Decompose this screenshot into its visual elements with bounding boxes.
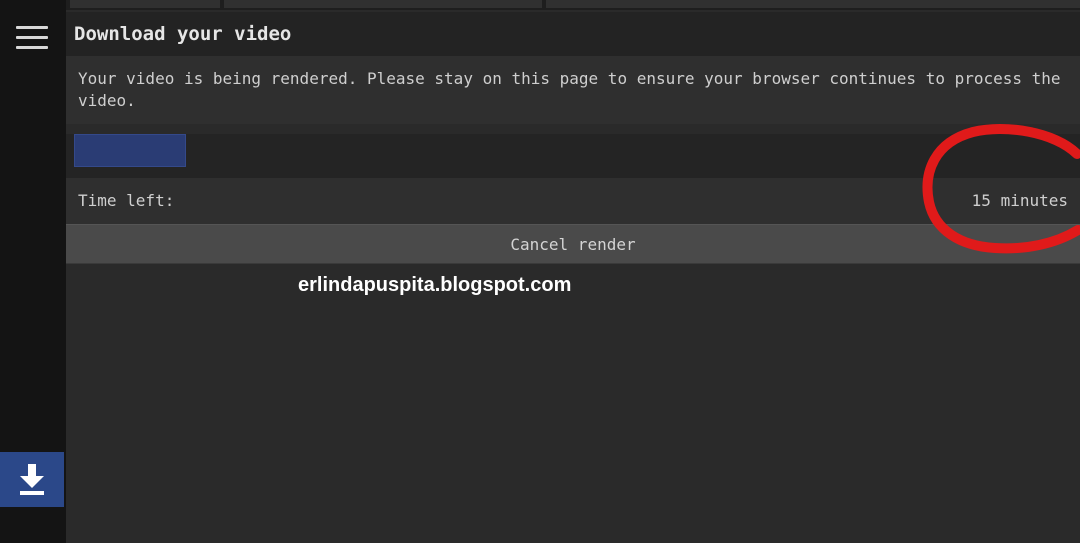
time-left-value: 15 minutes	[971, 191, 1068, 210]
download-dialog: Download your video Your video is being …	[66, 12, 1080, 264]
hamburger-menu-icon[interactable]	[12, 22, 52, 56]
watermark-text: erlindapuspita.blogspot.com	[298, 274, 572, 296]
render-page: Download your video Your video is being …	[0, 0, 1080, 543]
progress-bar	[66, 134, 1080, 178]
top-strip	[0, 0, 1080, 10]
download-button[interactable]	[0, 452, 64, 507]
download-icon	[20, 464, 44, 495]
progress-fill	[74, 134, 186, 167]
time-left-label: Time left:	[78, 191, 175, 210]
sidebar	[0, 0, 66, 543]
time-left-row: Time left: 15 minutes	[66, 178, 1080, 224]
render-message: Your video is being rendered. Please sta…	[66, 56, 1080, 124]
cancel-render-button[interactable]: Cancel render	[66, 224, 1080, 264]
dialog-title: Download your video	[66, 12, 1080, 56]
